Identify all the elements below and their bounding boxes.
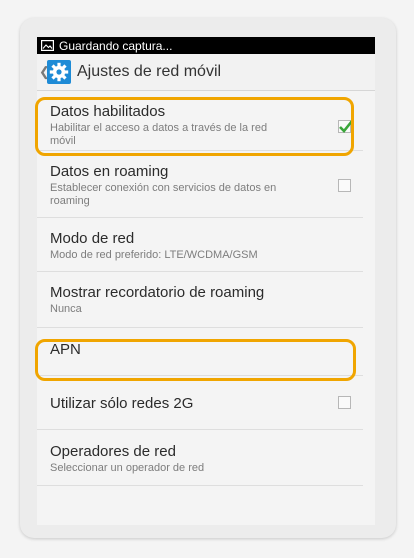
setting-utilizar-solo-2g[interactable]: Utilizar sólo redes 2G [37, 376, 363, 430]
checkmark-icon [339, 120, 354, 133]
utilizar-solo-2g-checkbox[interactable] [338, 396, 351, 409]
setting-title: APN [50, 341, 81, 358]
setting-title: Modo de red [50, 230, 135, 247]
screenshot-frame: Guardando captura... ❮ Ajustes de red mó… [20, 18, 396, 538]
setting-subtitle: Nunca [50, 303, 82, 315]
page-title: Ajustes de red móvil [77, 63, 222, 80]
chevron-left-icon[interactable]: ❮ [39, 64, 50, 80]
setting-title: Operadores de red [50, 443, 176, 460]
setting-operadores-de-red[interactable]: Operadores de red Seleccionar un operado… [37, 430, 363, 486]
setting-modo-de-red[interactable]: Modo de red Modo de red preferido: LTE/W… [37, 218, 363, 272]
setting-subtitle: Modo de red preferido: LTE/WCDMA/GSM [50, 249, 258, 261]
setting-mostrar-recordatorio-roaming[interactable]: Mostrar recordatorio de roaming Nunca [37, 272, 363, 328]
setting-apn[interactable]: APN [37, 328, 363, 376]
setting-title: Datos en roaming [50, 163, 169, 180]
setting-datos-habilitados[interactable]: Datos habilitados Habilitar el acceso a … [37, 91, 363, 151]
datos-en-roaming-checkbox[interactable] [338, 179, 351, 192]
setting-subtitle: Seleccionar un operador de red [50, 462, 205, 474]
action-bar[interactable]: ❮ Ajustes de red móvil [37, 54, 375, 91]
status-text: Guardando captura... [59, 38, 173, 53]
setting-subtitle: Establecer conexión con servicios de dat… [50, 182, 277, 207]
setting-title: Utilizar sólo redes 2G [50, 395, 194, 412]
settings-gear-icon[interactable] [47, 60, 71, 84]
phone-screen: Guardando captura... ❮ Ajustes de red mó… [37, 37, 375, 525]
setting-subtitle: Habilitar el acceso a datos a través de … [50, 122, 268, 147]
setting-title: Mostrar recordatorio de roaming [50, 284, 265, 301]
setting-datos-en-roaming[interactable]: Datos en roaming Establecer conexión con… [37, 151, 363, 218]
screenshot-icon [41, 40, 54, 51]
datos-habilitados-checkbox[interactable] [338, 120, 354, 133]
setting-title: Datos habilitados [50, 103, 166, 120]
status-bar: Guardando captura... [37, 37, 375, 54]
